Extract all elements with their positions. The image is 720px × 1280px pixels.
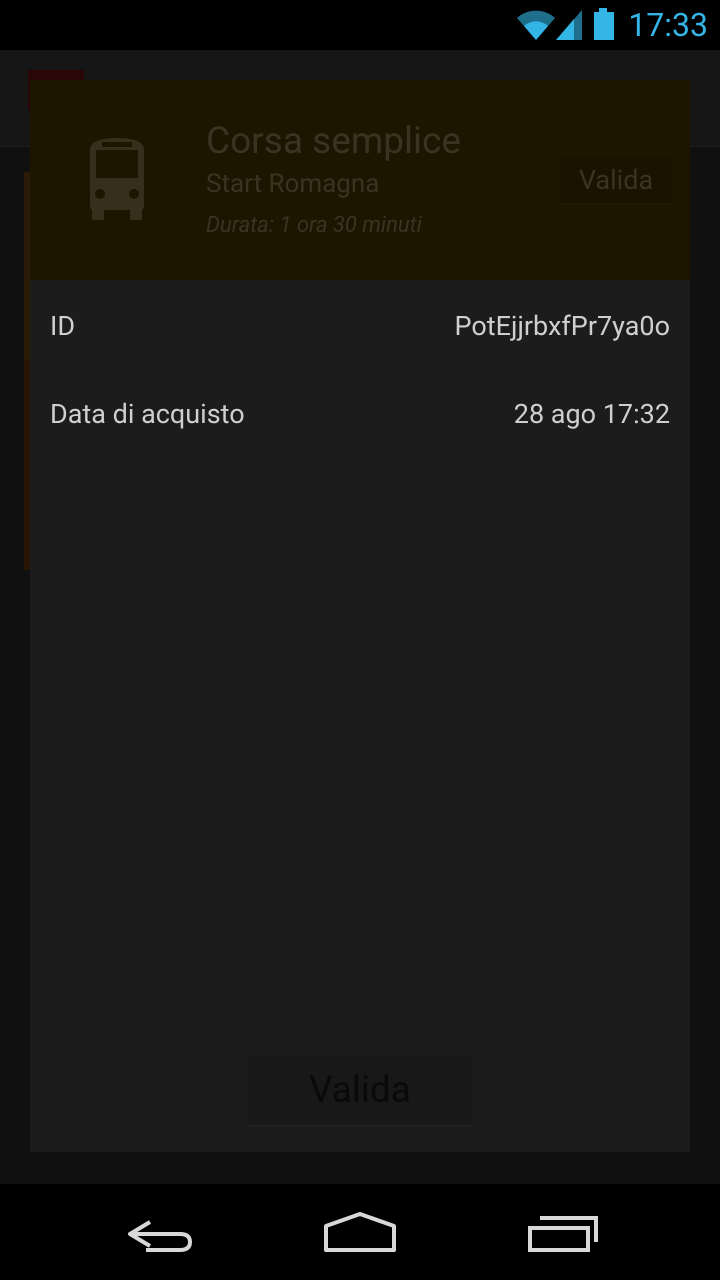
ticket-dialog: Corsa semplice Start Romagna Durata: 1 o…	[30, 80, 690, 1152]
detail-value: 28 ago 17:32	[513, 398, 670, 430]
bus-icon	[90, 138, 144, 220]
detail-row-purchase-date: Data di acquisto 28 ago 17:32	[50, 394, 670, 434]
back-icon[interactable]	[110, 1204, 210, 1260]
ticket-title: Corsa semplice	[206, 120, 462, 163]
navigation-bar	[0, 1184, 720, 1280]
validate-button[interactable]: Valida	[248, 1056, 472, 1126]
home-icon[interactable]	[310, 1204, 410, 1260]
ticket-duration: Durata: 1 ora 30 minuti	[206, 213, 422, 238]
status-clock: 17:33	[628, 6, 708, 44]
signal-icon	[556, 10, 582, 40]
ticket-header: Corsa semplice Start Romagna Durata: 1 o…	[30, 80, 690, 280]
wifi-icon	[517, 10, 555, 40]
battery-icon	[594, 8, 614, 40]
header-validate-button[interactable]: Valida	[560, 156, 672, 204]
detail-row-id: ID PotEjjrbxfPr7ya0o	[50, 306, 670, 346]
detail-label: Data di acquisto	[50, 398, 245, 430]
detail-value: PotEjjrbxfPr7ya0o	[454, 310, 670, 342]
status-bar: 17:33	[0, 0, 720, 50]
ticket-company: Start Romagna	[206, 169, 380, 199]
detail-label: ID	[50, 310, 76, 342]
recents-icon[interactable]	[512, 1204, 612, 1260]
